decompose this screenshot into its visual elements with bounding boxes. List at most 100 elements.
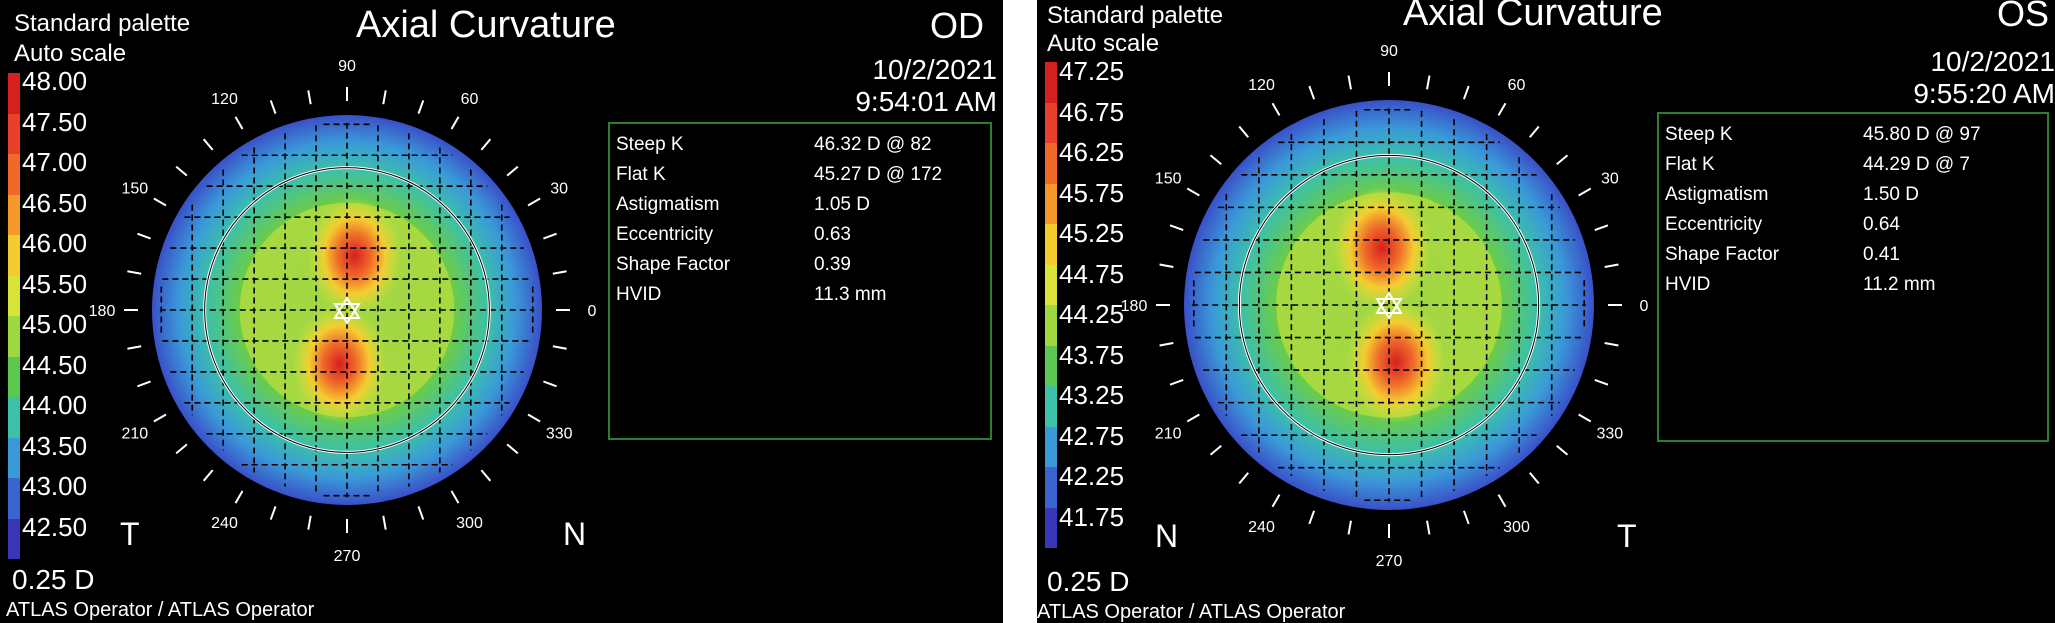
angle-tick xyxy=(382,515,387,530)
angle-tick xyxy=(1159,342,1174,347)
angle-label: 180 xyxy=(89,303,116,320)
angle-label: 0 xyxy=(588,303,597,320)
angle-tick xyxy=(480,469,492,482)
angle-tick xyxy=(1594,224,1609,232)
angle-tick xyxy=(1271,494,1281,508)
angle-tick xyxy=(202,469,214,482)
keratometry-box: Steep K 45.80 D @ 97 Flat K 44.29 D @ 7 Asti… xyxy=(1657,112,2049,442)
topography-panel-os: Standard palette Auto scale Axial Curvat… xyxy=(1037,0,2055,623)
angle-label: 210 xyxy=(121,426,148,443)
angle-tick xyxy=(137,232,151,240)
angle-tick xyxy=(153,413,167,423)
angle-tick xyxy=(1186,413,1200,423)
angle-label: 90 xyxy=(1380,43,1398,60)
angle-tick xyxy=(1529,472,1540,485)
angle-tick xyxy=(1308,85,1316,100)
angle-label: 270 xyxy=(334,548,361,565)
angle-tick xyxy=(137,380,151,388)
angle-tick xyxy=(1462,85,1470,100)
angle-tick xyxy=(543,232,557,240)
angle-label: 0 xyxy=(1640,298,1649,315)
angle-label: 120 xyxy=(211,91,238,108)
angle-label: 240 xyxy=(1248,519,1275,536)
angle-tick xyxy=(127,270,142,275)
metric-value: 11.3 mm xyxy=(814,284,887,305)
angle-label: 60 xyxy=(1508,77,1526,94)
angle-tick xyxy=(527,197,541,207)
metric-value: 45.80 D @ 97 xyxy=(1863,124,1981,145)
angle-label: 30 xyxy=(550,181,568,198)
angle-tick xyxy=(1169,378,1184,386)
angle-label: 270 xyxy=(1376,553,1403,570)
angle-tick xyxy=(1529,125,1540,138)
angle-tick xyxy=(527,413,541,423)
metric-label: Eccentricity xyxy=(1665,214,1763,235)
metric-label: Flat K xyxy=(616,164,666,185)
angle-tick xyxy=(234,490,244,504)
angle-label: 240 xyxy=(211,515,238,532)
angle-label: 300 xyxy=(1503,519,1530,536)
angle-tick xyxy=(269,506,277,520)
angle-label: 150 xyxy=(1155,171,1182,188)
angle-tick xyxy=(1271,102,1281,116)
angle-tick xyxy=(1578,413,1592,423)
bowtie-lobe xyxy=(292,305,387,423)
metric-value: 46.32 D @ 82 xyxy=(814,134,932,155)
angle-tick xyxy=(307,515,312,530)
metric-label: Steep K xyxy=(1665,124,1733,145)
angle-tick xyxy=(1209,154,1222,165)
angle-tick xyxy=(1347,520,1352,535)
angle-tick xyxy=(382,90,387,105)
angle-tick xyxy=(1426,75,1431,90)
angle-tick xyxy=(202,138,214,151)
metric-value: 1.05 D xyxy=(814,194,870,215)
metric-label: HVID xyxy=(616,284,662,305)
angle-tick xyxy=(1578,187,1592,197)
angle-label: 330 xyxy=(1596,426,1623,443)
angle-tick xyxy=(450,116,460,130)
metric-label: Astigmatism xyxy=(1665,184,1769,205)
angle-tick xyxy=(1209,445,1222,456)
topography-panel-od: Standard palette Auto scale Axial Curvat… xyxy=(0,0,1003,623)
angle-tick xyxy=(1426,520,1431,535)
angle-label: 30 xyxy=(1601,171,1619,188)
angle-tick xyxy=(1556,154,1569,165)
angle-tick xyxy=(552,270,567,275)
angle-tick xyxy=(417,506,425,520)
metric-label: HVID xyxy=(1665,274,1711,295)
metric-value: 0.41 xyxy=(1863,244,1900,265)
metric-label: Flat K xyxy=(1665,154,1715,175)
angle-tick xyxy=(1594,378,1609,386)
angle-tick xyxy=(1497,494,1507,508)
angle-tick xyxy=(417,100,425,114)
angle-tick xyxy=(1604,263,1619,268)
angle-tick xyxy=(269,100,277,114)
metric-label: Astigmatism xyxy=(616,194,720,215)
angle-label: 60 xyxy=(461,91,479,108)
metric-label: Shape Factor xyxy=(1665,244,1780,265)
angle-tick xyxy=(506,443,519,455)
metric-label: Shape Factor xyxy=(616,254,731,275)
metric-value: 1.50 D xyxy=(1863,184,1919,205)
angle-tick xyxy=(1159,263,1174,268)
angle-label: 180 xyxy=(1121,298,1148,315)
angle-tick xyxy=(175,443,188,455)
angle-tick xyxy=(153,197,167,207)
metric-value: 11.2 mm xyxy=(1863,274,1936,295)
angle-tick xyxy=(552,345,567,350)
angle-tick xyxy=(450,490,460,504)
angle-tick xyxy=(1238,472,1249,485)
angle-label: 150 xyxy=(121,181,148,198)
angle-tick xyxy=(1308,510,1316,525)
metric-value: 0.64 xyxy=(1863,214,1900,235)
bowtie-lobe xyxy=(307,197,402,315)
metric-label: Steep K xyxy=(616,134,684,155)
angle-tick xyxy=(480,138,492,151)
angle-tick xyxy=(175,165,188,177)
angle-tick xyxy=(543,380,557,388)
angle-label: 90 xyxy=(338,58,356,75)
metric-label: Eccentricity xyxy=(616,224,714,245)
angle-tick xyxy=(1604,342,1619,347)
angle-tick xyxy=(234,116,244,130)
angle-label: 120 xyxy=(1248,77,1275,94)
